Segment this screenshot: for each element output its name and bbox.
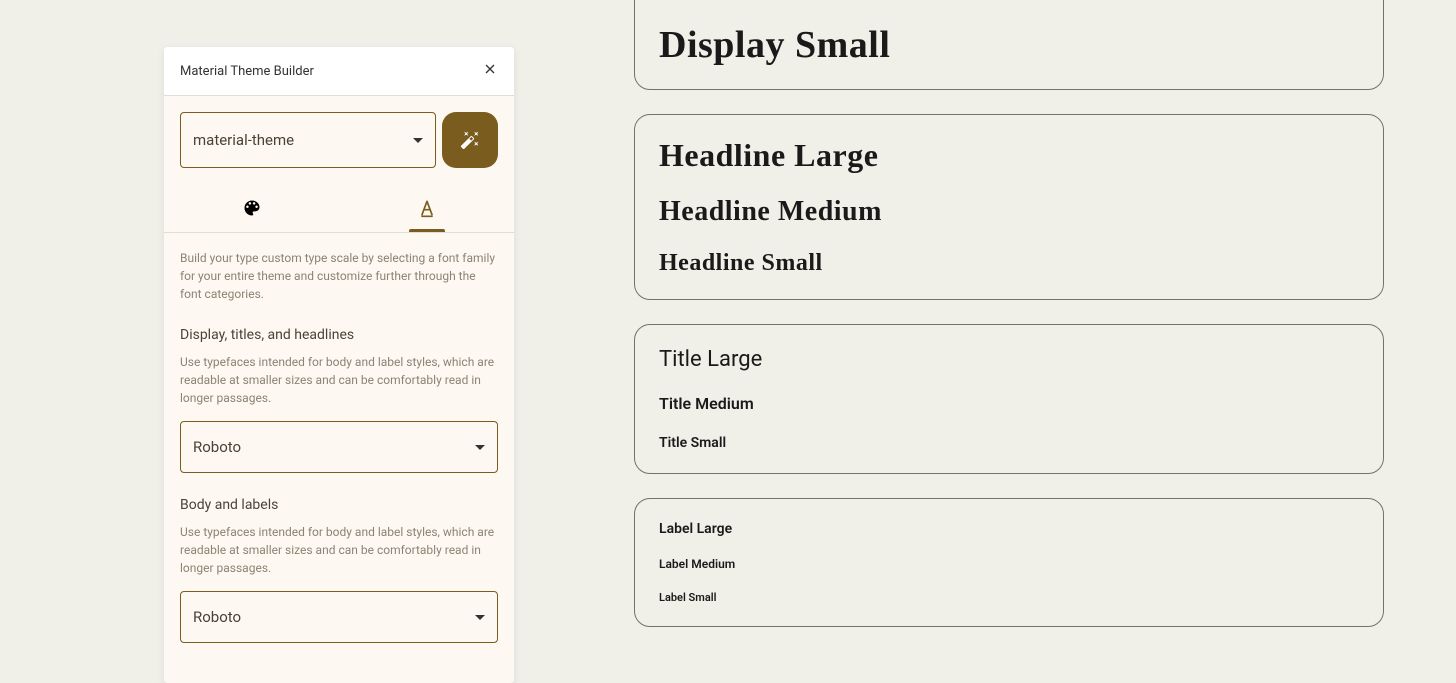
display-small-text: Display Small <box>659 23 1359 67</box>
tab-description: Build your type custom type scale by sel… <box>180 249 498 303</box>
title-preview-card: Title Large Title Medium Title Small <box>634 324 1384 474</box>
theme-select-row: material-theme <box>180 112 498 168</box>
tab-typography[interactable] <box>339 184 514 232</box>
typography-icon <box>417 198 437 218</box>
display-preview-card: Display Small <box>634 0 1384 90</box>
section-body-desc: Use typefaces intended for body and labe… <box>180 523 498 577</box>
label-small-text: Label Small <box>659 591 1359 604</box>
headline-small-text: Headline Small <box>659 250 1359 277</box>
body-font-value: Roboto <box>193 608 241 626</box>
chevron-down-icon <box>475 445 485 450</box>
section-body-title: Body and labels <box>180 497 498 513</box>
body-font-select[interactable]: Roboto <box>180 591 498 643</box>
title-small-text: Title Small <box>659 435 1359 451</box>
section-display-title: Display, titles, and headlines <box>180 327 498 343</box>
label-preview-card: Label Large Label Medium Label Small <box>634 498 1384 627</box>
theme-name-select[interactable]: material-theme <box>180 112 436 168</box>
panel-title: Material Theme Builder <box>180 64 314 79</box>
tab-color[interactable] <box>164 184 339 232</box>
tabs <box>164 184 514 233</box>
headline-preview-card: Headline Large Headline Medium Headline … <box>634 114 1384 300</box>
display-font-value: Roboto <box>193 438 241 456</box>
display-font-select[interactable]: Roboto <box>180 421 498 473</box>
title-large-text: Title Large <box>659 347 1359 372</box>
preview-area: Display Small Headline Large Headline Me… <box>634 0 1384 651</box>
magic-wand-button[interactable] <box>442 112 498 168</box>
label-medium-text: Label Medium <box>659 557 1359 571</box>
panel-header: Material Theme Builder <box>164 47 514 96</box>
palette-icon <box>242 198 262 218</box>
theme-name-value: material-theme <box>193 131 294 149</box>
headline-medium-text: Headline Medium <box>659 196 1359 228</box>
headline-large-text: Headline Large <box>659 137 1359 174</box>
chevron-down-icon <box>475 615 485 620</box>
label-large-text: Label Large <box>659 521 1359 537</box>
section-display-desc: Use typefaces intended for body and labe… <box>180 353 498 407</box>
panel-body: material-theme Build yo <box>164 96 514 683</box>
chevron-down-icon <box>413 138 423 143</box>
close-icon[interactable] <box>482 61 498 81</box>
title-medium-text: Title Medium <box>659 394 1359 413</box>
theme-builder-panel: Material Theme Builder material-theme <box>164 47 514 683</box>
